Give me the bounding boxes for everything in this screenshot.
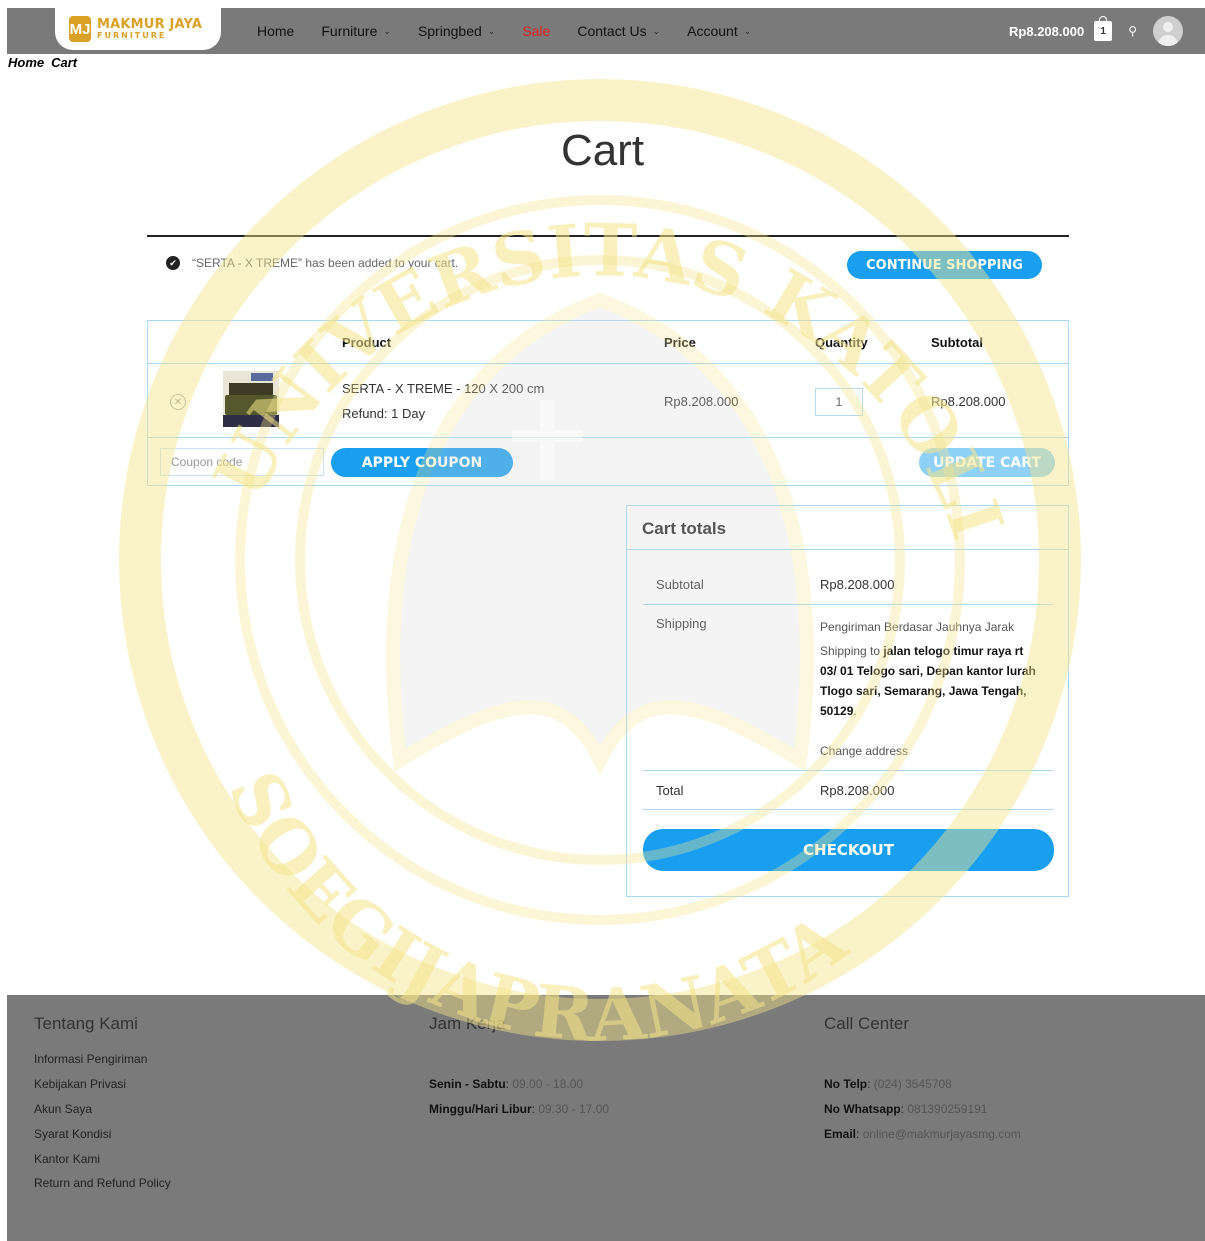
divider bbox=[643, 770, 1053, 771]
subtotal-value: Rp8.208.000 bbox=[820, 577, 895, 592]
footer-link-terms[interactable]: Syarat Kondisi bbox=[34, 1127, 111, 1141]
subtotal-label: Subtotal bbox=[656, 577, 704, 592]
nav-contact-us[interactable]: Contact Us ⌄ bbox=[577, 23, 660, 39]
footer-link-refund-policy[interactable]: Return and Refund Policy bbox=[34, 1176, 171, 1190]
footer-title-hours: Jam Kerja bbox=[429, 1014, 506, 1033]
shipping-method: Pengiriman Berdasar Jauhnya Jarak bbox=[820, 620, 1015, 634]
remove-item-icon[interactable]: ✕ bbox=[170, 394, 186, 410]
divider bbox=[643, 809, 1053, 810]
footer-link-our-office[interactable]: Kantor Kami bbox=[34, 1152, 100, 1166]
total-label: Total bbox=[656, 783, 684, 798]
column-header-quantity: Quantity bbox=[815, 335, 868, 350]
working-hours-weekday: Senin - Sabtu: 09.00 - 18.00 bbox=[429, 1077, 584, 1091]
contact-whatsapp: No Whatsapp: 081390259191 bbox=[824, 1102, 988, 1116]
nav-account[interactable]: Account ⌄ bbox=[687, 23, 751, 39]
chevron-down-icon: ⌄ bbox=[652, 25, 661, 36]
footer-title-call-center: Call Center bbox=[824, 1014, 910, 1033]
product-thumbnail[interactable] bbox=[223, 371, 279, 427]
cart-totals-panel: Cart totals Subtotal Rp8.208.000 Shippin… bbox=[626, 505, 1069, 897]
quantity-input[interactable]: 1 bbox=[815, 388, 863, 416]
nav-sale[interactable]: Sale bbox=[522, 23, 550, 39]
search-icon[interactable]: ⚲ bbox=[1128, 24, 1137, 38]
footer-title-about: Tentang Kami bbox=[34, 1014, 138, 1033]
breadcrumb-home[interactable]: Home bbox=[8, 55, 44, 70]
apply-coupon-button[interactable]: APPLY COUPON bbox=[331, 448, 513, 477]
column-header-product: Product bbox=[342, 335, 392, 350]
update-cart-button[interactable]: UPDATE CART bbox=[919, 448, 1055, 477]
nav-home[interactable]: Home bbox=[257, 23, 294, 39]
nav-springbed[interactable]: Springbed ⌄ bbox=[418, 23, 495, 39]
footer-link-privacy[interactable]: Kebijakan Privasi bbox=[34, 1077, 126, 1091]
main-nav: Home Furniture ⌄ Springbed ⌄ Sale Contact … bbox=[257, 8, 778, 54]
divider bbox=[148, 363, 1068, 364]
chevron-down-icon: ⌄ bbox=[487, 25, 496, 36]
user-avatar-icon[interactable] bbox=[1153, 16, 1183, 46]
header-cart-total[interactable]: Rp8.208.000 bbox=[1009, 24, 1084, 39]
shipping-destination: Shipping to jalan telogo timur raya rt 0… bbox=[820, 644, 1036, 718]
logo-subtitle: FURNITURE bbox=[97, 31, 167, 40]
site-logo[interactable]: MJ MAKMUR JAYA FURNITURE bbox=[55, 8, 221, 50]
divider bbox=[627, 549, 1068, 550]
cart-table: Product Price Quantity Subtotal ✕ SERTA … bbox=[147, 320, 1069, 486]
product-name-link[interactable]: SERTA - X TREME - 120 X 200 cm bbox=[342, 381, 544, 396]
logo-title: MAKMUR JAYA bbox=[97, 17, 203, 32]
change-address-link[interactable]: Change address bbox=[820, 744, 908, 758]
coupon-code-input[interactable]: Coupon code bbox=[160, 448, 324, 476]
shipping-label: Shipping bbox=[656, 616, 707, 631]
nav-furniture[interactable]: Furniture ⌄ bbox=[321, 23, 391, 39]
product-price: Rp8.208.000 bbox=[664, 394, 739, 409]
divider bbox=[643, 604, 1053, 605]
product-meta: Refund: 1 Day bbox=[342, 406, 426, 421]
breadcrumb: Home Cart bbox=[8, 55, 84, 70]
contact-email[interactable]: Email: online@makmurjayasmg.com bbox=[824, 1127, 1021, 1141]
total-value: Rp8.208.000 bbox=[820, 783, 895, 798]
continue-shopping-button[interactable]: CONTINUE SHOPPING bbox=[847, 251, 1042, 279]
check-circle-icon: ✔ bbox=[166, 256, 180, 270]
column-header-price: Price bbox=[664, 335, 696, 350]
footer-link-my-account[interactable]: Akun Saya bbox=[34, 1102, 92, 1116]
breadcrumb-current: Cart bbox=[51, 55, 78, 70]
chevron-down-icon: ⌄ bbox=[743, 25, 752, 36]
cart-bag-icon[interactable]: 1 bbox=[1094, 16, 1113, 41]
page-title: Cart bbox=[560, 126, 645, 175]
site-footer: Tentang Kami Informasi Pengiriman Kebija… bbox=[7, 995, 1205, 1241]
cart-totals-title: Cart totals bbox=[642, 519, 727, 538]
working-hours-holiday: Minggu/Hari Libur: 09.30 - 17.00 bbox=[429, 1102, 610, 1116]
divider bbox=[147, 235, 1069, 237]
column-header-subtotal: Subtotal bbox=[931, 335, 983, 350]
added-to-cart-notice: “SERTA - X TREME” has been added to your… bbox=[192, 256, 459, 270]
logo-mark-icon: MJ bbox=[69, 16, 91, 42]
chevron-down-icon: ⌄ bbox=[383, 25, 391, 36]
product-subtotal: Rp8.208.000 bbox=[931, 394, 1006, 409]
footer-link-shipping-info[interactable]: Informasi Pengiriman bbox=[34, 1052, 147, 1066]
top-navigation-bar: MJ MAKMUR JAYA FURNITURE Home Furniture ⌄… bbox=[7, 8, 1205, 54]
divider bbox=[148, 437, 1068, 438]
checkout-button[interactable]: CHECKOUT bbox=[643, 829, 1054, 871]
contact-phone: No Telp: (024) 3545708 bbox=[824, 1077, 952, 1091]
